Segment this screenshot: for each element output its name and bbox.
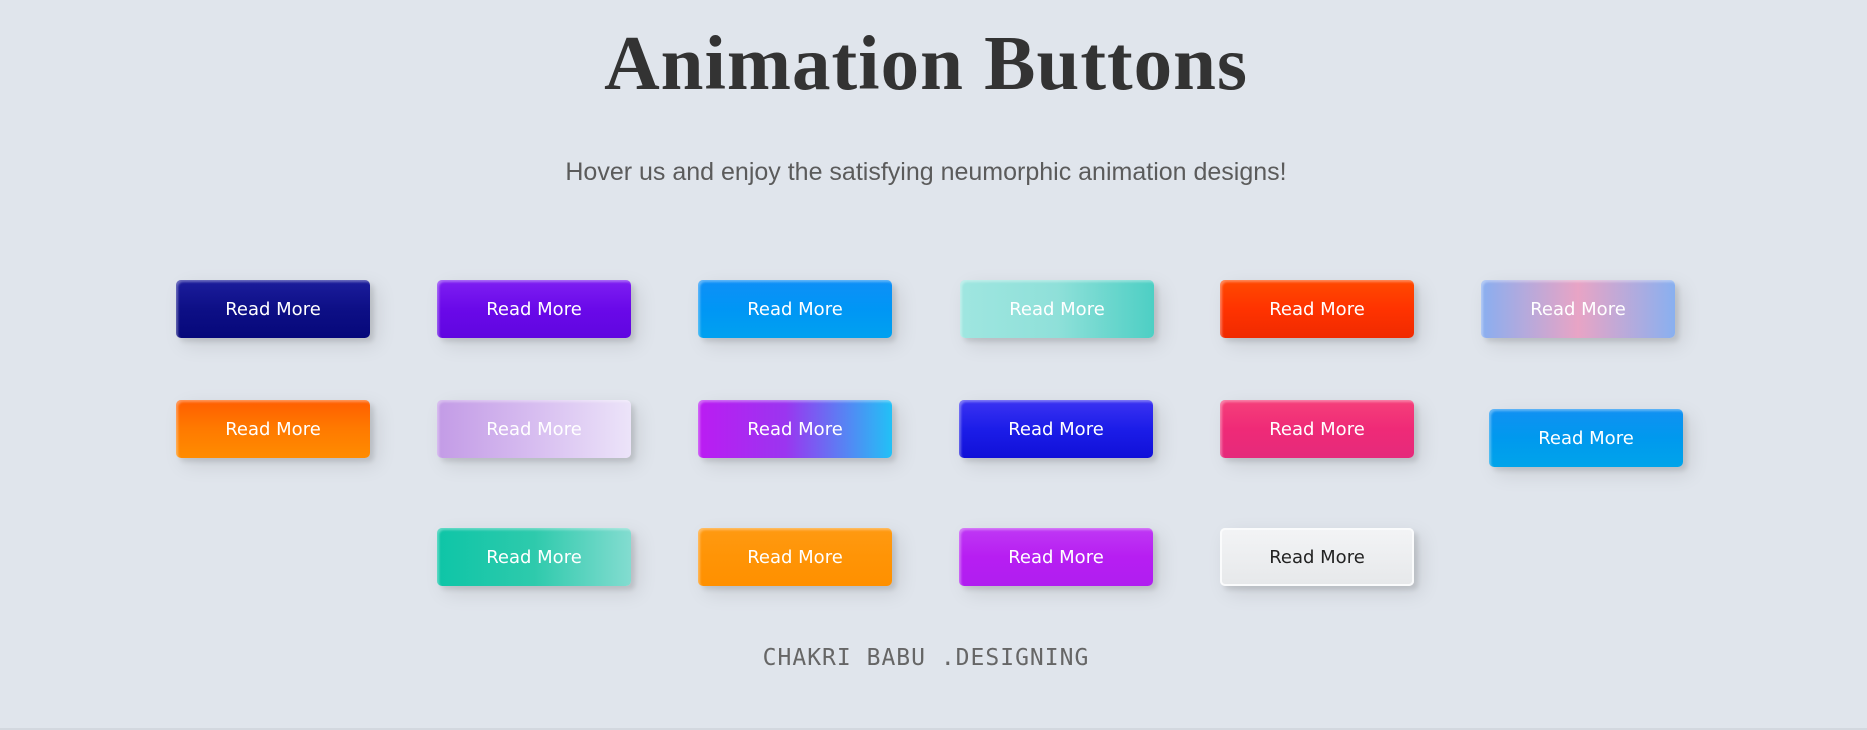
read-more-button-royal-blue[interactable]: Read More [959, 400, 1153, 458]
page-subtitle: Hover us and enjoy the satisfying neumor… [565, 158, 1287, 186]
read-more-button-mint[interactable]: Read More [960, 280, 1154, 338]
read-more-button-light-gray[interactable]: Read More [1220, 528, 1414, 586]
read-more-button-violet[interactable]: Read More [437, 280, 631, 338]
read-more-button-azure[interactable]: Read More [1489, 409, 1683, 467]
read-more-button-pink[interactable]: Read More [1220, 400, 1414, 458]
read-more-button-lavender[interactable]: Read More [437, 400, 631, 458]
read-more-button-teal[interactable]: Read More [437, 528, 631, 586]
page-title: Animation Buttons [604, 20, 1248, 106]
read-more-button-orange[interactable]: Read More [176, 400, 370, 458]
read-more-button-red-orange[interactable]: Read More [1220, 280, 1414, 338]
read-more-button-amber[interactable]: Read More [698, 528, 892, 586]
read-more-button-sky-blue[interactable]: Read More [698, 280, 892, 338]
read-more-button-magenta[interactable]: Read More [959, 528, 1153, 586]
read-more-button-dark-navy[interactable]: Read More [176, 280, 370, 338]
read-more-button-purple-cyan[interactable]: Read More [698, 400, 892, 458]
footer-credit: CHAKRI BABU .DESIGNING [762, 645, 1090, 671]
read-more-button-blue-pink[interactable]: Read More [1481, 280, 1675, 338]
